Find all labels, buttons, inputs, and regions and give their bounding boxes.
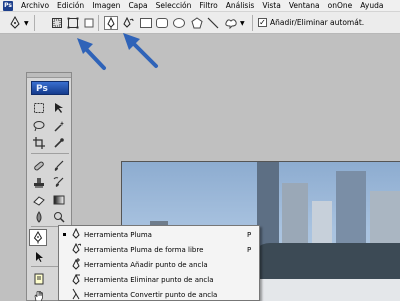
shape-layers-icon[interactable] (50, 16, 64, 30)
fill-pixels-icon[interactable] (82, 16, 96, 30)
hand-tool-icon[interactable] (30, 287, 48, 301)
menu-filtro[interactable]: Filtro (195, 0, 221, 12)
tool-preset-dropdown-icon[interactable]: ▼ (24, 20, 29, 27)
pen-icon (72, 228, 80, 239)
brush-tool-icon[interactable] (50, 157, 68, 174)
pen-tool-flyout-menu: Herramienta Pluma P Herramienta Pluma de… (58, 225, 260, 301)
flyout-item-pen[interactable]: Herramienta Pluma P (59, 227, 259, 242)
delete-anchor-point-icon (72, 273, 80, 285)
divider (34, 15, 35, 31)
menu-seleccion[interactable]: Selección (152, 0, 196, 12)
freeform-pen-icon[interactable] (121, 16, 135, 30)
menu-ventana[interactable]: Ventana (285, 0, 324, 12)
toolbox-logo: Ps (31, 81, 69, 95)
rounded-rectangle-icon[interactable] (156, 18, 168, 28)
flyout-item-shortcut: P (247, 230, 252, 239)
menu-edicion[interactable]: Edición (53, 0, 88, 12)
pen-tool-icon[interactable] (8, 16, 22, 30)
app-logo: Ps (3, 0, 13, 11)
line-icon[interactable] (206, 16, 220, 30)
clone-stamp-tool-icon[interactable] (30, 174, 48, 191)
healing-brush-tool-icon[interactable] (30, 157, 48, 174)
gradient-tool-icon[interactable] (50, 191, 68, 208)
arrow-annotation-right (123, 33, 158, 68)
options-bar: ▼ ▼ ✓ Añadir/Eliminar automát. (0, 12, 400, 34)
divider (31, 153, 69, 154)
magic-wand-tool-icon[interactable] (50, 117, 68, 134)
custom-shape-icon[interactable] (224, 16, 238, 30)
custom-shape-dropdown-icon[interactable]: ▼ (240, 20, 245, 27)
flyout-item-label: Herramienta Eliminar punto de ancla (84, 275, 214, 284)
flyout-item-shortcut: P (247, 245, 252, 254)
flyout-item-label: Herramienta Convertir punto de ancla (84, 290, 218, 299)
auto-add-delete-checkbox[interactable]: ✓ (258, 18, 267, 27)
car-window (250, 243, 400, 279)
menu-vista[interactable]: Vista (258, 0, 285, 12)
rectangle-icon[interactable] (140, 18, 152, 28)
panel-grip[interactable] (27, 73, 71, 78)
blur-tool-icon[interactable] (30, 208, 48, 225)
flyout-item-label: Herramienta Añadir punto de ancla (84, 260, 208, 269)
pen-tool-button[interactable] (29, 229, 47, 246)
crop-tool-icon[interactable] (30, 134, 48, 151)
ellipse-icon[interactable] (173, 18, 185, 28)
pen-icon[interactable] (104, 16, 118, 30)
flyout-item-label: Herramienta Pluma de forma libre (84, 245, 204, 254)
marquee-tool-icon[interactable] (30, 99, 48, 116)
convert-anchor-point-icon (72, 288, 80, 300)
flyout-item-label: Herramienta Pluma (84, 230, 152, 239)
move-tool-icon[interactable] (50, 99, 68, 116)
notes-tool-icon[interactable] (30, 270, 48, 287)
history-brush-tool-icon[interactable] (50, 174, 68, 191)
menu-imagen[interactable]: Imagen (88, 0, 124, 12)
menu-archivo[interactable]: Archivo (17, 0, 53, 12)
flyout-item-freeform-pen[interactable]: Herramienta Pluma de forma libre P (59, 242, 259, 257)
flyout-item-delete-anchor[interactable]: Herramienta Eliminar punto de ancla (59, 272, 259, 287)
flyout-item-convert-anchor[interactable]: Herramienta Convertir punto de ancla (59, 287, 259, 301)
paths-icon[interactable] (66, 16, 80, 30)
lasso-tool-icon[interactable] (30, 117, 48, 134)
menu-onone[interactable]: onOne (324, 0, 357, 12)
auto-add-delete-label: Añadir/Eliminar automát. (270, 18, 365, 27)
polygon-icon[interactable] (190, 16, 204, 30)
freeform-pen-icon (72, 243, 81, 254)
menu-analisis[interactable]: Análisis (222, 0, 259, 12)
divider (252, 15, 253, 31)
arrow-annotation-left (77, 38, 106, 70)
add-anchor-point-icon (72, 258, 80, 270)
dodge-tool-icon[interactable] (50, 208, 68, 225)
divider (98, 15, 99, 31)
menu-bar: Ps Archivo Edición Imagen Capa Selección… (0, 0, 400, 12)
flyout-item-add-anchor[interactable]: Herramienta Añadir punto de ancla (59, 257, 259, 272)
eraser-tool-icon[interactable] (30, 191, 48, 208)
selected-bullet-icon (63, 233, 66, 236)
menu-capa[interactable]: Capa (124, 0, 151, 12)
eyedropper-tool-icon[interactable] (50, 134, 68, 151)
path-selection-tool-icon[interactable] (30, 248, 48, 265)
menu-ayuda[interactable]: Ayuda (356, 0, 387, 12)
